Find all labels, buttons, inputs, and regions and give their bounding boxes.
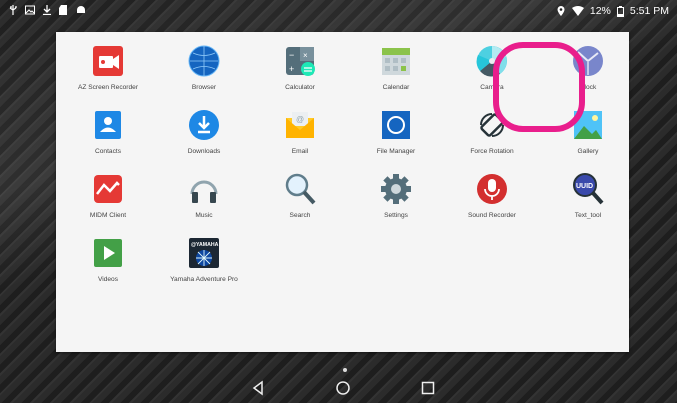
app-file-manager[interactable]: File Manager xyxy=(348,102,444,164)
microphone-icon xyxy=(477,174,507,204)
android-icon xyxy=(77,6,85,13)
app-contacts[interactable]: Contacts xyxy=(60,102,156,164)
downloads-icon xyxy=(189,110,219,140)
image-icon xyxy=(25,5,35,15)
svg-text:−: − xyxy=(289,50,294,60)
battery-icon xyxy=(616,5,624,17)
page-indicator-dot xyxy=(343,368,347,372)
app-search[interactable]: Search xyxy=(252,166,348,228)
app-label: AZ Screen Recorder xyxy=(77,84,139,91)
app-videos[interactable]: Videos xyxy=(60,230,156,292)
uuid-text: UUID xyxy=(576,183,593,190)
app-label: Sound Recorder xyxy=(467,212,517,219)
status-bar: 12% 5:51 PM xyxy=(0,0,677,24)
app-sound-recorder[interactable]: Sound Recorder xyxy=(444,166,540,228)
location-icon xyxy=(557,6,565,16)
app-label: Calendar xyxy=(382,84,410,91)
app-label: Search xyxy=(289,212,311,219)
svg-text:×: × xyxy=(303,51,308,60)
app-label: File Manager xyxy=(376,148,416,155)
clock-time: 5:51 PM xyxy=(629,5,669,17)
yamaha-text: @YAMAHA xyxy=(191,242,219,248)
search-icon xyxy=(285,173,316,205)
back-button[interactable] xyxy=(250,379,268,397)
email-icon: @ xyxy=(286,112,314,138)
file-manager-icon xyxy=(382,111,410,139)
battery-percent: 12% xyxy=(589,5,611,17)
sd-card-icon xyxy=(59,5,67,15)
app-midm-client[interactable]: MIDM Client xyxy=(60,166,156,228)
download-icon xyxy=(43,5,51,15)
app-settings[interactable]: Settings xyxy=(348,166,444,228)
az-screen-recorder-icon xyxy=(93,46,123,76)
app-text-tool[interactable]: UUID Text_tool xyxy=(540,166,636,228)
calendar-icon xyxy=(382,48,410,75)
recents-button[interactable] xyxy=(419,379,437,397)
app-browser[interactable]: Browser xyxy=(156,38,252,100)
app-yamaha-adventure-pro[interactable]: @YAMAHA Yamaha Adventure Pro xyxy=(156,230,252,292)
app-label: Downloads xyxy=(187,148,221,155)
app-label: Email xyxy=(291,148,309,155)
camera-highlight-circle xyxy=(493,42,585,132)
headphones-icon xyxy=(190,180,218,203)
yamaha-icon: @YAMAHA xyxy=(189,238,219,268)
app-label: Settings xyxy=(384,212,408,219)
app-label: Text_tool xyxy=(574,212,602,219)
wifi-icon xyxy=(571,6,584,16)
uuid-search-icon: UUID xyxy=(573,173,604,205)
home-button[interactable] xyxy=(334,379,352,397)
app-drawer: AZ Screen Recorder Browser − × + Calculato… xyxy=(56,32,629,352)
app-label: Gallery xyxy=(577,148,599,155)
calculator-icon: − × + xyxy=(286,47,315,76)
app-calculator[interactable]: − × + Calculator xyxy=(252,38,348,100)
app-label: Music xyxy=(195,212,213,219)
gear-icon xyxy=(381,174,411,204)
usb-icon xyxy=(9,5,17,15)
app-label: Contacts xyxy=(94,148,122,155)
app-label: Browser xyxy=(191,84,217,91)
app-email[interactable]: @ Email xyxy=(252,102,348,164)
app-calendar[interactable]: Calendar xyxy=(348,38,444,100)
app-label: Calculator xyxy=(285,84,315,91)
globe-icon xyxy=(188,45,220,77)
app-label: Yamaha Adventure Pro xyxy=(170,276,238,283)
app-label: MIDM Client xyxy=(89,212,127,219)
midm-client-icon xyxy=(94,175,122,203)
app-label: Force Rotation xyxy=(470,148,514,155)
app-music[interactable]: Music xyxy=(156,166,252,228)
svg-text:@: @ xyxy=(296,115,304,124)
videos-icon xyxy=(94,239,122,267)
app-az-screen-recorder[interactable]: AZ Screen Recorder xyxy=(60,38,156,100)
contacts-icon xyxy=(95,111,121,139)
app-label: Videos xyxy=(97,276,119,283)
app-downloads[interactable]: Downloads xyxy=(156,102,252,164)
svg-text:+: + xyxy=(289,64,294,74)
